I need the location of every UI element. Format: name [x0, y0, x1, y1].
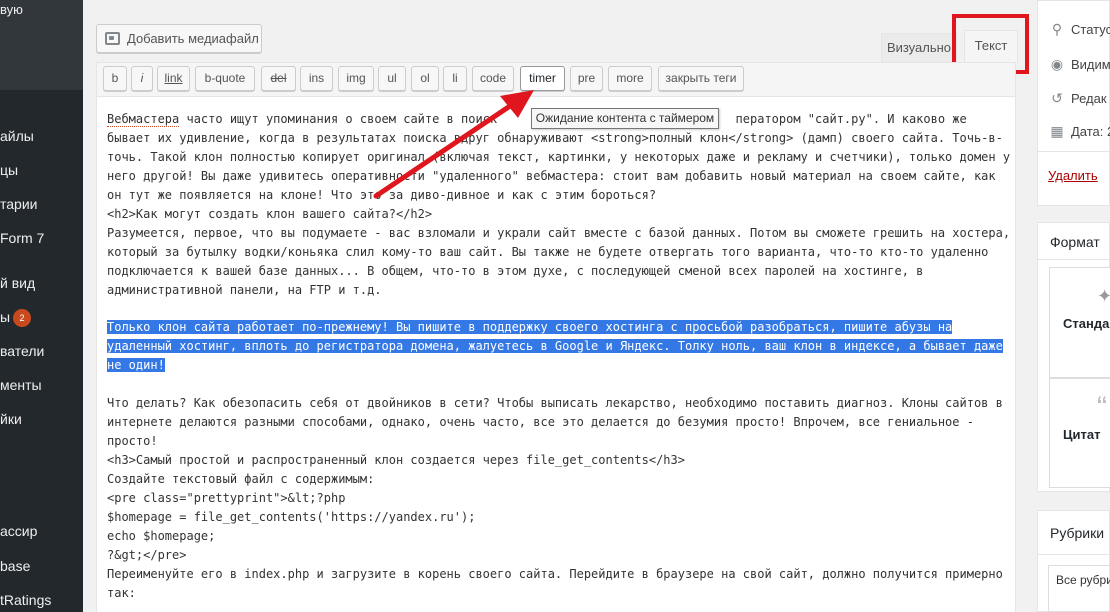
text-line: <h2>Как могут создать клон вашего сайта?…	[107, 207, 433, 221]
qt-img-button[interactable]: img	[338, 66, 374, 91]
format-quote-label: Цитат	[1063, 427, 1101, 442]
date-label: Дата: 2	[1071, 124, 1110, 139]
format-standard-card[interactable]: ✦ Стандар	[1049, 267, 1110, 378]
quote-icon: “	[1097, 391, 1107, 424]
divider	[1038, 259, 1110, 260]
text-line: административной панели, на FTP и т.д.	[107, 283, 382, 297]
text-line: Переименуйте его в index.php и загрузите…	[107, 567, 1003, 581]
publish-box: ⚲ Статус ◉ Видим ↺ Редак ▦ Дата: 2 Удалить	[1037, 0, 1110, 206]
text-line: <h3>Самый простой и распространенный кло…	[107, 453, 685, 467]
sidebar-item-appearance[interactable]: й вид	[0, 275, 35, 291]
qt-more-button[interactable]: more	[608, 66, 652, 91]
text-line: Разумеется, первое, что вы подумаете - в…	[107, 226, 1011, 240]
sidebar-item-comments[interactable]: тарии	[0, 196, 37, 212]
sidebar-item-plugins-label: ы	[0, 309, 11, 325]
media-icon	[105, 32, 120, 45]
pin-icon: ⚲	[1051, 21, 1063, 37]
qt-ol-button[interactable]: ol	[411, 66, 439, 91]
category-all[interactable]: Все рубри	[1056, 573, 1110, 587]
text-editor: b i link b-quote del ins img ul ol li co…	[96, 62, 1016, 612]
delete-link[interactable]: Удалить	[1048, 168, 1098, 183]
divider	[1038, 151, 1110, 152]
add-media-button[interactable]: Добавить медиафайл	[96, 24, 262, 53]
sidebar-item-cashier[interactable]: ассир	[0, 523, 37, 539]
text-line: $homepage = file_get_contents('https://y…	[107, 510, 476, 524]
selected-text-line: Только клон сайта работает по-прежнему! …	[107, 320, 953, 334]
text-line: echo $homepage;	[107, 529, 216, 543]
text-line: часто ищут упоминания о своем сайте в по…	[179, 112, 498, 126]
format-box: Формат ✦ Стандар “ Цитат	[1037, 222, 1110, 492]
visibility-row: ◉ Видим	[1048, 56, 1110, 73]
selected-text-line: не один!	[107, 358, 165, 372]
text-line: он тут же появляется на клоне! Что это з…	[107, 188, 657, 202]
qt-italic-button[interactable]: i	[131, 66, 153, 91]
sidebar-item-settings[interactable]: йки	[0, 411, 22, 427]
qt-li-button[interactable]: li	[443, 66, 467, 91]
revisions-label: Редак	[1071, 91, 1107, 106]
qt-link-button[interactable]: link	[157, 66, 190, 91]
text-line: просто!	[107, 434, 158, 448]
format-title: Формат	[1050, 234, 1100, 250]
sidebar-item-ratings[interactable]: tRatings	[0, 592, 51, 608]
text-line: него другой! Вы даже удивитесь оперативн…	[107, 169, 996, 183]
right-sidebar: ⚲ Статус ◉ Видим ↺ Редак ▦ Дата: 2 Удалить Ф…	[1037, 0, 1110, 612]
sidebar-item-users[interactable]: ватели	[0, 343, 44, 359]
admin-sidebar: вую айлы цы тарии Form 7 й вид ы2 ватели…	[0, 0, 83, 612]
sidebar-item-pages[interactable]: цы	[0, 162, 18, 178]
text-line: точь. Такой клон полностью копирует ориг…	[107, 150, 1011, 164]
text-line: Вебмастера	[107, 112, 180, 127]
pin-icon: ✦	[1097, 286, 1110, 306]
text-line: Что делать? Как обезопасить себя от двой…	[107, 396, 1003, 410]
qt-bold-button[interactable]: b	[103, 66, 127, 91]
sidebar-item-files[interactable]: айлы	[0, 128, 34, 144]
categories-title: Рубрики	[1050, 525, 1105, 541]
sidebar-top-text[interactable]: вую	[0, 2, 23, 17]
qt-code-button[interactable]: code	[472, 66, 514, 91]
tab-visual[interactable]: Визуально	[881, 33, 957, 62]
text-line: который за бутылку водки/коньяка слил ко…	[107, 245, 989, 259]
qt-pre-button[interactable]: pre	[570, 66, 603, 91]
format-quote-card[interactable]: “ Цитат	[1049, 378, 1110, 488]
divider	[1038, 554, 1110, 555]
history-icon: ↺	[1051, 90, 1063, 106]
sidebar-item-contact-form[interactable]: Form 7	[0, 230, 44, 246]
revisions-row: ↺ Редак	[1048, 90, 1107, 107]
calendar-icon: ▦	[1050, 123, 1064, 139]
text-line: бывает их удивление, когда в результатах…	[107, 131, 1003, 145]
qt-blockquote-button[interactable]: b-quote	[195, 66, 255, 91]
sidebar-item-tools[interactable]: менты	[0, 377, 42, 393]
qt-close-tags-button[interactable]: закрыть теги	[658, 66, 744, 91]
qt-ins-button[interactable]: ins	[300, 66, 333, 91]
update-count-badge: 2	[13, 309, 32, 327]
eye-icon: ◉	[1050, 56, 1064, 72]
text-line: так:	[107, 586, 136, 600]
text-line: интернете делаются разными способами, од…	[107, 415, 974, 429]
qt-del-button[interactable]: del	[261, 66, 296, 91]
quicktags-toolbar: b i link b-quote del ins img ul ol li co…	[97, 63, 1015, 97]
status-label: Статус	[1071, 22, 1110, 37]
text-line: Создайте текстовый файл с содержимым:	[107, 472, 375, 486]
date-row: ▦ Дата: 2	[1048, 123, 1110, 140]
categories-list[interactable]: Все рубри	[1048, 565, 1110, 612]
qt-ul-button[interactable]: ul	[378, 66, 406, 91]
status-row: ⚲ Статус	[1048, 21, 1110, 38]
text-line: подключается к вашей базе данных... В об…	[107, 264, 924, 278]
selected-text-line: удаленный хостинг, вплоть до регистратор…	[107, 339, 1003, 353]
timer-tooltip: Ожидание контента с таймером	[531, 108, 719, 129]
qt-timer-button[interactable]: timer	[520, 66, 565, 91]
sidebar-item-plugins[interactable]: ы2	[0, 309, 32, 327]
format-standard-label: Стандар	[1063, 316, 1110, 331]
add-media-label: Добавить медиафайл	[127, 31, 259, 46]
text-line: ?&gt;</pre>	[107, 548, 187, 562]
text-line: <pre class="prettyprint">&lt;?php	[107, 491, 346, 505]
visibility-label: Видим	[1071, 57, 1110, 72]
sidebar-item-base[interactable]: base	[0, 558, 30, 574]
